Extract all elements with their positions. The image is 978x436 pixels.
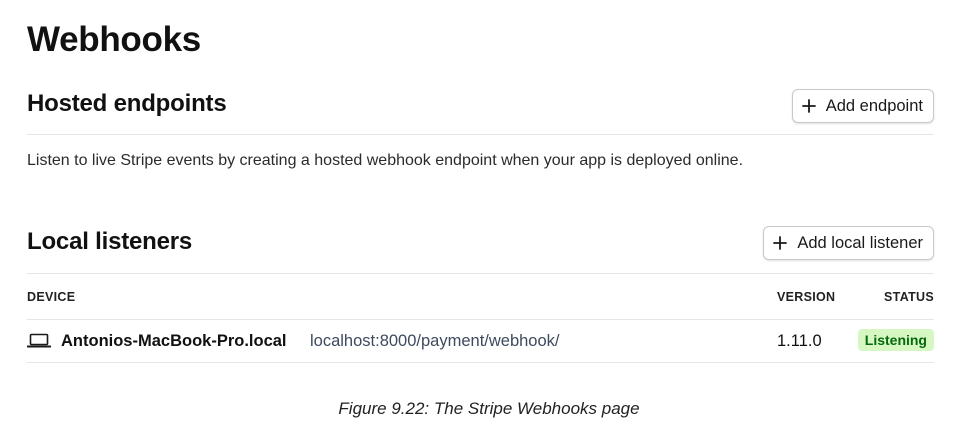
local-listeners-header: Local listeners Add local listener [27, 223, 934, 274]
figure-caption: Figure 9.22: The Stripe Webhooks page [338, 399, 640, 418]
add-endpoint-label: Add endpoint [825, 96, 923, 115]
column-header-version: VERSION [777, 290, 836, 304]
status-badge: Listening [857, 329, 934, 351]
table-header: DEVICE VERSION STATUS [27, 275, 934, 320]
local-listeners-title: Local listeners [27, 228, 193, 255]
plus-icon [801, 99, 816, 113]
device-webhook-url: localhost:8000/payment/webhook/ [310, 332, 560, 350]
plus-icon [773, 236, 788, 250]
hosted-endpoints-title: Hosted endpoints [27, 90, 227, 117]
add-local-listener-button[interactable]: Add local listener [763, 226, 934, 260]
add-endpoint-button[interactable]: Add endpoint [791, 89, 934, 123]
device-version: 1.11.0 [777, 332, 822, 350]
table-row[interactable]: Antonios-MacBook-Pro.local localhost:800… [27, 320, 934, 363]
page-title: Webhooks [27, 20, 201, 59]
laptop-icon [27, 333, 51, 348]
hosted-endpoints-description: Listen to live Stripe events by creating… [27, 152, 744, 169]
add-local-listener-label: Add local listener [797, 233, 923, 252]
hosted-endpoints-header: Hosted endpoints Add endpoint [27, 84, 934, 135]
device-name: Antonios-MacBook-Pro.local [61, 332, 287, 350]
local-listeners-table: DEVICE VERSION STATUS Antonios-MacBook-P… [27, 275, 934, 363]
column-header-status: STATUS [884, 290, 934, 304]
column-header-device: DEVICE [27, 290, 76, 304]
